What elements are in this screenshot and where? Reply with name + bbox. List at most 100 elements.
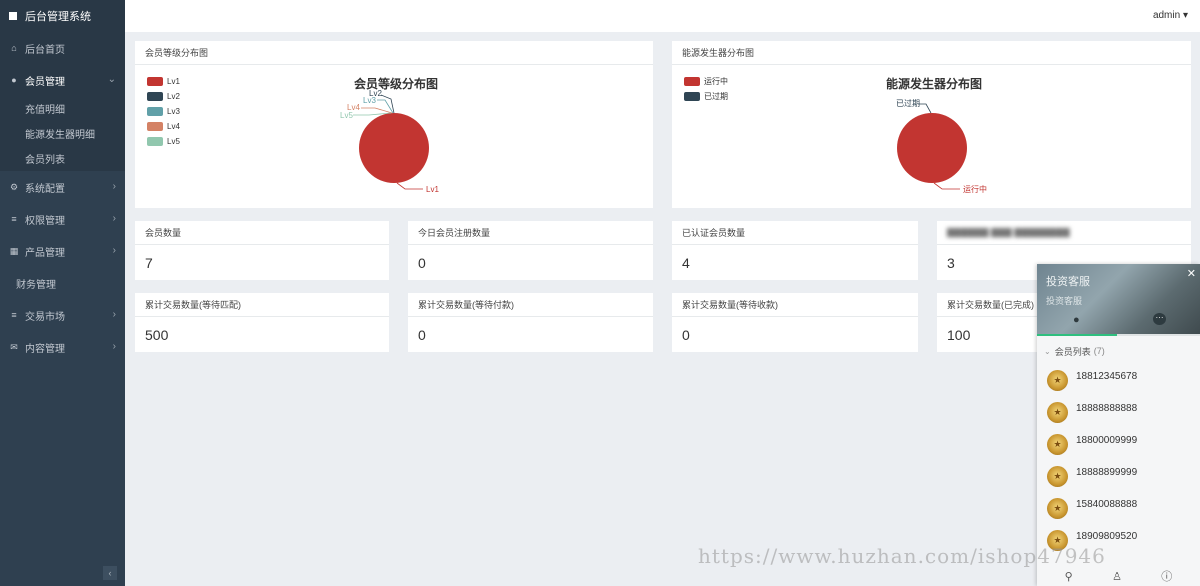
contact-item[interactable]: ★ 18800009999 xyxy=(1037,428,1200,460)
username: admin xyxy=(1152,10,1181,21)
stat-card: 累计交易数量(等待付款) 0 xyxy=(408,293,653,352)
avatar: ★ xyxy=(1047,401,1068,423)
brand[interactable]: 后台管理系统 xyxy=(0,0,125,32)
pie-label-lv5: Lv5 xyxy=(340,111,353,120)
stat-card: 会员数量 7 xyxy=(135,221,389,280)
generator-pie: 运行中 已过期 xyxy=(896,98,987,194)
member-level-pie: Lv1 Lv2 Lv3 Lv4 Lv5 xyxy=(340,89,439,194)
generator-chart-card: 能源发生器分布图 能源发生器分布图 运行中 已过期 运行中 已过期 xyxy=(672,41,1191,208)
label-line-lv1 xyxy=(396,182,423,190)
sidebar-item-product[interactable]: ▦ 产品管理 › xyxy=(0,235,125,267)
sidebar-item-content[interactable]: ✉ 内容管理 › xyxy=(0,331,125,363)
contact-item[interactable]: ★ 18812345678 xyxy=(1037,364,1200,396)
avatar: ★ xyxy=(1047,497,1068,519)
sidebar-item-permission[interactable]: ≡ 权限管理 › xyxy=(0,203,125,235)
info-icon[interactable]: ⓘ xyxy=(1161,568,1172,584)
gears-icon: ⚙ xyxy=(9,181,19,192)
chevron-down-icon: ⌄ xyxy=(1044,346,1051,356)
chat-header: 投资客服 投资客服 ✕ ● ··· xyxy=(1037,264,1200,334)
sidebar-item-label: 产品管理 xyxy=(25,247,65,259)
chevron-right-icon: › xyxy=(112,341,116,352)
stat-card: 累计交易数量(等待匹配) 500 xyxy=(135,293,389,352)
skin-icon[interactable]: ♙ xyxy=(1112,570,1122,583)
chevron-down-icon: ⌄ xyxy=(107,74,116,85)
submenu-item-generator[interactable]: 能源发生器明细 xyxy=(0,121,125,146)
stat-card: 累计交易数量(等待收款) 0 xyxy=(672,293,918,352)
pie-slice-lv1 xyxy=(359,113,429,183)
chat-title: 投资客服 xyxy=(1046,276,1090,288)
stat-value: 0 xyxy=(418,255,426,271)
message-icon[interactable]: ··· xyxy=(1153,313,1166,325)
chevron-right-icon: › xyxy=(112,309,116,320)
stat-value: 4 xyxy=(682,255,690,271)
chat-subtitle: 投资客服 xyxy=(1046,296,1083,306)
sidebar-item-label: 系统配置 xyxy=(25,183,65,195)
sidebar-item-label: 内容管理 xyxy=(25,343,65,355)
submenu-item-member-list[interactable]: 会员列表 xyxy=(0,146,125,171)
sidebar-item-label: 权限管理 xyxy=(25,215,65,227)
stat-label-redacted: ▇▇▇▇▇▇ ▇▇▇ ▇▇▇▇▇▇▇▇ xyxy=(937,221,1191,245)
user-icon[interactable]: ● xyxy=(1073,314,1080,326)
stat-label: 累计交易数量(等待收款) xyxy=(672,293,918,317)
sidebar-item-label: 交易市场 xyxy=(25,311,65,323)
contact-name: 18909809520 xyxy=(1076,530,1138,542)
search-icon[interactable]: ⚲ xyxy=(1065,570,1073,583)
contact-name: 15840088888 xyxy=(1076,498,1138,510)
contact-name: 18888888888 xyxy=(1076,402,1138,414)
submenu-item-recharge[interactable]: 充值明细 xyxy=(0,96,125,121)
member-submenu: 充值明细 能源发生器明细 会员列表 xyxy=(0,96,125,171)
sidebar: 后台管理系统 ⌂ 后台首页 ● 会员管理 ⌄ 充值明细 能源发生器明细 会员列表… xyxy=(0,0,125,586)
contact-item[interactable]: ★ 18888899999 xyxy=(1037,460,1200,492)
pie-label-lv1: Lv1 xyxy=(426,185,439,194)
brand-title: 后台管理系统 xyxy=(25,11,91,23)
stat-card: 已认证会员数量 4 xyxy=(672,221,918,280)
label-line-lv4 xyxy=(361,107,393,114)
stat-label: 已认证会员数量 xyxy=(672,221,918,245)
stat-value: 0 xyxy=(682,327,690,343)
sidebar-item-home[interactable]: ⌂ 后台首页 xyxy=(0,32,125,64)
pie-label-running: 运行中 xyxy=(963,184,987,194)
user-menu[interactable]: admin ▾ xyxy=(1153,10,1188,21)
contact-item[interactable]: ★ 15840088888 xyxy=(1037,492,1200,524)
pie-label-lv3: Lv3 xyxy=(363,96,376,105)
chat-toolbar: ⚲ ♙ ⓘ xyxy=(1037,566,1200,586)
group-count: (7) xyxy=(1093,346,1105,356)
chat-panel: 投资客服 投资客服 ✕ ● ··· ⌄ 会员列表 (7) ★ 188123456… xyxy=(1037,264,1200,586)
stat-value: 500 xyxy=(145,327,169,343)
stat-card: 今日会员注册数量 0 xyxy=(408,221,653,280)
user-icon: ● xyxy=(11,75,17,85)
chat-tab-indicator xyxy=(1037,334,1200,336)
topbar: admin ▾ xyxy=(125,0,1200,32)
sidebar-item-finance[interactable]: 财务管理 xyxy=(0,267,125,299)
stat-value: 7 xyxy=(145,255,153,271)
sidebar-item-label: 后台首页 xyxy=(25,44,65,56)
member-level-chart-card: 会员等级分布图 会员等级分布图 Lv1 Lv2 Lv3 Lv4 Lv5 Lv1 … xyxy=(135,41,653,208)
sidebar-item-market[interactable]: ≡ 交易市场 › xyxy=(0,299,125,331)
contact-item[interactable]: ★ 18888888888 xyxy=(1037,396,1200,428)
contact-group-header[interactable]: ⌄ 会员列表 (7) xyxy=(1037,338,1200,364)
label-line-running xyxy=(933,182,960,190)
home-icon: ⌂ xyxy=(11,43,17,53)
chevron-right-icon: › xyxy=(112,213,116,224)
list-icon: ≡ xyxy=(11,214,17,224)
contact-name: 18888899999 xyxy=(1076,466,1138,478)
sidebar-item-member[interactable]: ● 会员管理 ⌄ xyxy=(0,64,125,96)
contact-name: 18812345678 xyxy=(1076,370,1138,382)
stat-label: 会员数量 xyxy=(135,221,389,245)
caret-down-icon: ▾ xyxy=(1182,10,1188,21)
windows-icon: ▦ xyxy=(9,245,19,256)
watermark: https://www.huzhan.com/ishop47946 xyxy=(698,544,1106,568)
close-icon[interactable]: ✕ xyxy=(1187,267,1196,280)
bars-icon: ≡ xyxy=(11,310,17,320)
sidebar-item-system[interactable]: ⚙ 系统配置 › xyxy=(0,171,125,203)
sidebar-item-label: 会员管理 xyxy=(25,76,65,88)
stat-label: 累计交易数量(等待匹配) xyxy=(135,293,389,317)
group-label: 会员列表 xyxy=(1054,346,1091,357)
chevron-left-icon[interactable]: ‹ xyxy=(103,566,117,580)
avatar: ★ xyxy=(1047,369,1068,391)
pie-slice-running xyxy=(897,113,967,183)
logo-square-icon xyxy=(9,12,17,20)
chevron-right-icon: › xyxy=(112,181,116,192)
contact-name: 18800009999 xyxy=(1076,434,1138,446)
avatar: ★ xyxy=(1047,433,1068,455)
